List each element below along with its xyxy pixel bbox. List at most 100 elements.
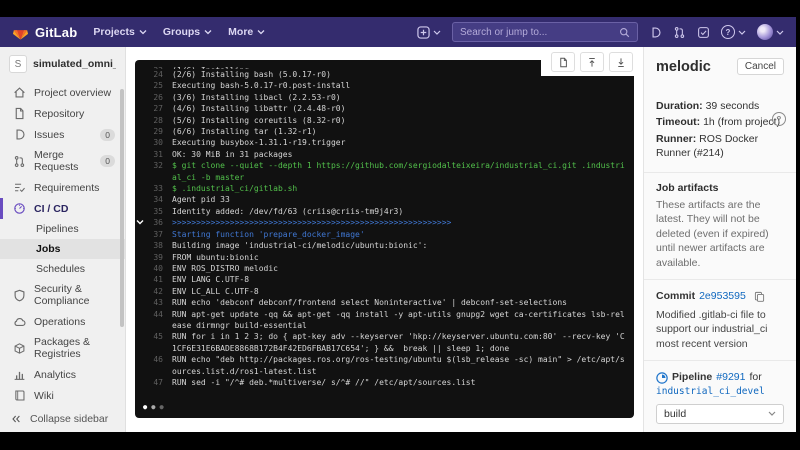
issues-icon xyxy=(13,128,26,141)
log-line-text: Executing busybox-1.31.1-r19.trigger xyxy=(172,138,346,148)
sidebar-item-wiki[interactable]: Wiki xyxy=(0,385,125,406)
user-avatar xyxy=(757,24,773,40)
log-line-number[interactable]: 36 xyxy=(143,217,163,228)
log-line-text: RUN echo 'debconf debconf/frontend selec… xyxy=(172,298,567,308)
sidebar-item-packages-registries[interactable]: Packages & Registries xyxy=(0,332,125,364)
log-line-number[interactable]: 44 xyxy=(143,309,163,332)
log-line-number[interactable]: 37 xyxy=(143,229,163,240)
log-line-number[interactable]: 28 xyxy=(143,115,163,126)
log-line-27: 27 (4/6) Installing libattr (2.4.48-r0) xyxy=(143,103,626,114)
sidebar-item-analytics[interactable]: Analytics xyxy=(0,364,125,385)
log-line-number[interactable]: 34 xyxy=(143,194,163,205)
sidebar-item-operations[interactable]: Operations xyxy=(0,311,125,332)
scroll-bottom-button[interactable] xyxy=(609,52,633,72)
chevron-down-icon xyxy=(433,30,441,35)
project-avatar: S xyxy=(9,55,27,73)
log-controls xyxy=(541,52,635,76)
sidebar-item-label: Security & Compliance xyxy=(34,283,90,307)
log-line-36[interactable]: 36 >>>>>>>>>>>>>>>>>>>>>>>>>>>>>>>>>>>>>>… xyxy=(136,217,626,228)
log-line-number[interactable]: 24 xyxy=(143,69,163,80)
copy-commit-icon[interactable] xyxy=(754,291,765,302)
requirements-icon xyxy=(13,181,26,194)
log-line-number[interactable]: 40 xyxy=(143,263,163,274)
pipeline-for-text: for xyxy=(749,371,762,384)
timeout-row: Timeout: 1h (from project) xyxy=(656,115,784,129)
pipeline-status-running-icon xyxy=(656,371,668,384)
log-line-number[interactable]: 38 xyxy=(143,240,163,251)
count-badge: 0 xyxy=(100,128,115,141)
log-line-text: Executing bash-5.0.17-r0.post-install xyxy=(172,81,351,91)
project-context[interactable]: S simulated_omni_dri... xyxy=(0,47,125,80)
log-line-number[interactable]: 47 xyxy=(143,377,163,388)
duration-row: Duration: 39 seconds xyxy=(656,99,784,113)
log-line-40: 40 ENV ROS_DISTRO melodic xyxy=(143,263,626,274)
nav-menu-label: Groups xyxy=(162,26,201,38)
log-line-number[interactable]: 33 xyxy=(143,183,163,194)
log-line-number[interactable]: 32 xyxy=(143,160,163,183)
timeout-help-icon[interactable]: ? xyxy=(772,112,786,126)
stage-dropdown[interactable]: build xyxy=(656,403,784,424)
log-line-number[interactable]: 29 xyxy=(143,126,163,137)
sidebar-item-security-compliance[interactable]: Security & Compliance xyxy=(0,279,125,311)
log-line-number[interactable]: 30 xyxy=(143,137,163,148)
log-line-37: 37 Starting function 'prepare_docker_imag… xyxy=(143,229,626,240)
log-line-text: OK: 30 MiB in 31 packages xyxy=(172,149,293,159)
sidebar-item-issues[interactable]: Issues 0 xyxy=(0,124,125,145)
sidebar-item-requirements[interactable]: Requirements xyxy=(0,177,125,198)
collapse-icon xyxy=(10,413,22,425)
log-line-number[interactable]: 25 xyxy=(143,80,163,91)
sidebar-item-project-overview[interactable]: Project overview xyxy=(0,82,125,103)
sidebar-item-schedules[interactable]: Schedules xyxy=(0,259,125,279)
show-raw-button[interactable] xyxy=(551,52,575,72)
cancel-job-button[interactable]: Cancel xyxy=(736,58,784,75)
pipeline-section: Pipeline #9291 for industrial_ci_devel b… xyxy=(644,361,796,432)
sidebar-item-repository[interactable]: Repository xyxy=(0,103,125,124)
collapse-section-icon[interactable] xyxy=(136,218,144,226)
package-icon xyxy=(13,342,26,355)
pipeline-branch-link[interactable]: industrial_ci_devel xyxy=(656,386,765,397)
sidebar-item-label: Wiki xyxy=(34,389,54,402)
commit-section: Commit 2e953595 Modified .gitlab-ci file… xyxy=(644,280,796,362)
sidebar-item-ci-cd[interactable]: CI / CD xyxy=(0,198,125,219)
log-line-number[interactable]: 43 xyxy=(143,297,163,308)
collapse-sidebar-button[interactable]: Collapse sidebar xyxy=(0,406,125,432)
log-line-text: (4/6) Installing libattr (2.4.48-r0) xyxy=(172,104,346,114)
search-input[interactable]: Search or jump to... xyxy=(452,22,638,42)
help-menu-button[interactable]: ? xyxy=(721,25,746,39)
log-line-number[interactable]: 46 xyxy=(143,354,163,377)
log-line-number[interactable]: 27 xyxy=(143,103,163,114)
nav-menu-more[interactable]: More xyxy=(228,26,265,38)
sidebar-item-jobs[interactable]: Jobs xyxy=(0,239,125,259)
log-line-number[interactable]: 26 xyxy=(143,92,163,103)
log-line-number[interactable]: 31 xyxy=(143,149,163,160)
sidebar-item-label: Issues xyxy=(34,128,65,141)
log-line-number[interactable]: 41 xyxy=(143,274,163,285)
sidebar-scrollbar[interactable] xyxy=(120,89,124,327)
commit-sha-link[interactable]: 2e953595 xyxy=(699,289,746,304)
nav-menu-groups[interactable]: Groups xyxy=(163,26,212,38)
new-menu-button[interactable] xyxy=(417,25,441,39)
gitlab-logo[interactable]: GitLab xyxy=(12,24,77,41)
timeout-value: 1h (from project) xyxy=(703,116,781,129)
log-line-33: 33 $ .industrial_ci/gitlab.sh xyxy=(143,183,626,194)
chart-icon xyxy=(13,368,26,381)
sidebar-item-pipelines[interactable]: Pipelines xyxy=(0,219,125,239)
pipeline-number-link[interactable]: #9291 xyxy=(716,370,745,385)
merge-requests-nav-button[interactable] xyxy=(673,26,686,39)
user-menu-button[interactable] xyxy=(757,24,784,40)
merge-request-icon xyxy=(13,155,26,168)
log-line-text: $ git clone --quiet --depth 1 https://gi… xyxy=(172,161,625,182)
log-line-number[interactable]: 39 xyxy=(143,252,163,263)
artifacts-title: Job artifacts xyxy=(656,181,719,194)
job-log-terminal[interactable]: 23(1/6) Installing ...24(2/6) Installing… xyxy=(135,60,634,418)
sidebar-item-merge-requests[interactable]: Merge Requests 0 xyxy=(0,145,125,177)
todos-nav-button[interactable] xyxy=(697,26,710,39)
issues-nav-button[interactable] xyxy=(649,26,662,39)
log-line-number[interactable]: 45 xyxy=(143,331,163,354)
log-line-number[interactable]: 35 xyxy=(143,206,163,217)
nav-menu-projects[interactable]: Projects xyxy=(93,26,147,38)
sidebar-item-label: Analytics xyxy=(34,368,77,381)
scroll-top-button[interactable] xyxy=(580,52,604,72)
log-line-number[interactable]: 42 xyxy=(143,286,163,297)
plus-menu-icon xyxy=(417,25,430,39)
